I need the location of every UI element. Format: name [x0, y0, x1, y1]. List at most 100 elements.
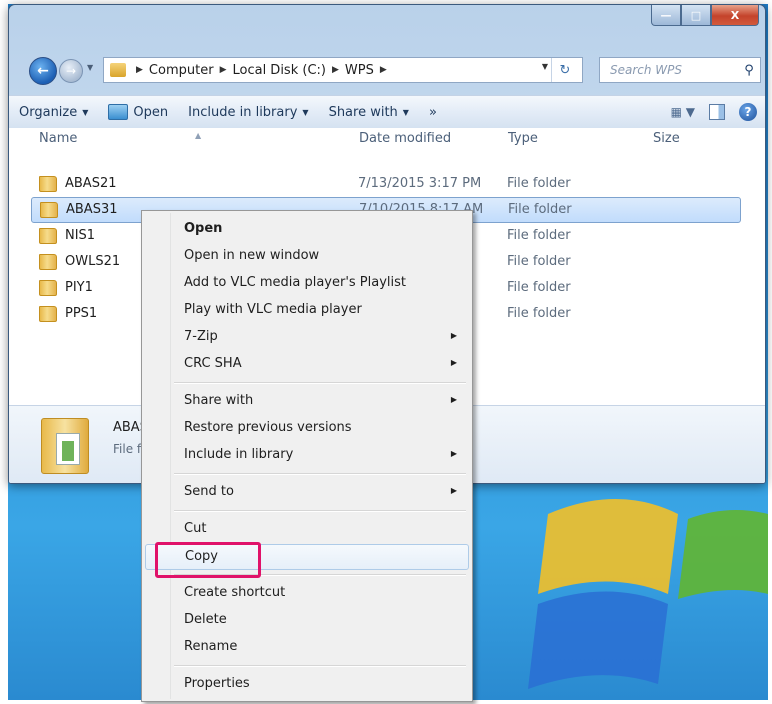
back-arrow-icon[interactable]: ←: [29, 57, 57, 85]
menu-separator: [174, 382, 466, 384]
menu-item-label: Create shortcut: [184, 585, 286, 600]
menu-item-include-in-library[interactable]: Include in library ▶: [145, 443, 467, 467]
file-type: File folder: [507, 254, 571, 269]
folder-icon: [39, 254, 57, 270]
breadcrumb-separator-icon[interactable]: ▶: [136, 65, 143, 75]
menu-item-rename[interactable]: Rename: [145, 635, 467, 659]
help-icon[interactable]: ?: [739, 103, 757, 121]
submenu-arrow-icon: ▶: [450, 331, 457, 340]
share-with-button[interactable]: Share with ▼: [319, 96, 419, 128]
file-type: File folder: [507, 306, 571, 321]
menu-item-label: Open in new window: [184, 248, 320, 263]
folder-icon: [110, 63, 126, 77]
breadcrumb-computer[interactable]: Computer: [149, 63, 214, 78]
open-folder-icon: [108, 104, 129, 120]
menu-item-label: Send to: [184, 484, 234, 499]
menu-item-label: Play with VLC media player: [184, 302, 362, 317]
close-button[interactable]: X: [711, 5, 759, 26]
column-headers: Name ▲ Date modified Type Size: [9, 128, 765, 150]
address-bar[interactable]: ▶ Computer ▶ Local Disk (C:) ▶ WPS ▶ ▼ ↻: [103, 57, 583, 83]
chevron-down-icon: ▼: [302, 107, 309, 117]
open-button[interactable]: Open: [98, 96, 178, 128]
menu-item-label: Delete: [184, 612, 227, 627]
submenu-arrow-icon: ▶: [450, 486, 457, 495]
breadcrumb-separator-icon[interactable]: ▶: [380, 65, 387, 75]
search-box[interactable]: Search WPS ⚲: [599, 57, 761, 83]
folder-icon: [39, 228, 57, 244]
more-commands-button[interactable]: »: [419, 96, 447, 128]
folder-icon: [39, 280, 57, 296]
menu-item-label: CRC SHA: [184, 356, 242, 371]
share-with-label: Share with: [328, 104, 398, 120]
submenu-arrow-icon: ▶: [450, 449, 457, 458]
menu-item-open[interactable]: Open: [145, 217, 467, 241]
forward-arrow-icon[interactable]: →: [59, 59, 83, 83]
include-in-library-button[interactable]: Include in library ▼: [178, 96, 318, 128]
preview-pane-icon[interactable]: [709, 104, 725, 120]
submenu-arrow-icon: ▶: [450, 358, 457, 367]
file-type: File folder: [508, 202, 572, 217]
file-type: File folder: [507, 280, 571, 295]
sort-indicator-icon: ▲: [195, 131, 202, 140]
caption-buttons: — □ X: [651, 5, 759, 27]
toolbar-right-controls: ▦ ▼ ?: [671, 96, 757, 128]
menu-item-create-shortcut[interactable]: Create shortcut: [145, 581, 467, 605]
menu-item-label: Properties: [184, 676, 250, 691]
breadcrumb-separator-icon[interactable]: ▶: [332, 65, 339, 75]
menu-item-label: Open: [184, 221, 223, 236]
maximize-button[interactable]: □: [681, 5, 711, 26]
file-name: ABAS31: [66, 202, 118, 217]
refresh-icon[interactable]: ↻: [551, 58, 578, 82]
organize-button[interactable]: Organize ▼: [9, 96, 98, 128]
chevron-down-icon: ▼: [82, 107, 89, 117]
menu-item-7-zip[interactable]: 7-Zip ▶: [145, 325, 467, 349]
menu-item-label: Cut: [184, 521, 207, 536]
submenu-arrow-icon: ▶: [450, 395, 457, 404]
menu-item-add-to-vlc-playlist[interactable]: Add to VLC media player's Playlist: [145, 271, 467, 295]
menu-separator: [174, 473, 466, 475]
menu-item-cut[interactable]: Cut: [145, 517, 467, 541]
breadcrumb-local-disk[interactable]: Local Disk (C:): [232, 63, 325, 78]
menu-item-play-with-vlc[interactable]: Play with VLC media player: [145, 298, 467, 322]
menu-separator: [174, 665, 466, 667]
address-dropdown-icon[interactable]: ▼: [542, 62, 548, 71]
menu-item-send-to[interactable]: Send to ▶: [145, 480, 467, 504]
menu-item-restore-previous-versions[interactable]: Restore previous versions: [145, 416, 467, 440]
file-name: PPS1: [65, 306, 98, 321]
context-menu: Open Open in new window Add to VLC media…: [141, 210, 473, 702]
menu-item-delete[interactable]: Delete: [145, 608, 467, 632]
minimize-button[interactable]: —: [651, 5, 681, 26]
more-commands-label: »: [428, 104, 437, 120]
menu-item-label: 7-Zip: [184, 329, 218, 344]
folder-icon: [39, 176, 57, 192]
breadcrumb-wps[interactable]: WPS: [345, 63, 374, 78]
column-type[interactable]: Type: [508, 131, 538, 146]
column-name[interactable]: Name: [39, 131, 77, 146]
large-folder-icon: [41, 418, 89, 474]
menu-item-label: Add to VLC media player's Playlist: [184, 275, 407, 290]
navigation-bar: ← → ▼ ▶ Computer ▶ Local Disk (C:) ▶ WPS…: [15, 57, 761, 85]
file-name: PIY1: [65, 280, 93, 295]
file-row[interactable]: ABAS21 7/13/2015 3:17 PM File folder: [31, 172, 739, 196]
column-size[interactable]: Size: [653, 131, 680, 146]
column-date-modified[interactable]: Date modified: [359, 131, 451, 146]
menu-item-share-with[interactable]: Share with ▶: [145, 389, 467, 413]
change-view-icon[interactable]: ▦ ▼: [671, 105, 695, 119]
open-label: Open: [133, 104, 169, 120]
recent-pages-dropdown-icon[interactable]: ▼: [87, 63, 99, 77]
menu-item-open-in-new-window[interactable]: Open in new window: [145, 244, 467, 268]
search-icon[interactable]: ⚲: [738, 63, 760, 78]
file-name: ABAS21: [65, 176, 117, 191]
menu-item-crc-sha[interactable]: CRC SHA ▶: [145, 352, 467, 376]
chevron-down-icon: ▼: [402, 107, 409, 117]
include-in-library-label: Include in library: [188, 104, 298, 120]
organize-label: Organize: [19, 104, 78, 120]
menu-item-label: Share with: [184, 393, 254, 408]
windows-logo: [528, 499, 768, 689]
breadcrumb-separator-icon[interactable]: ▶: [220, 65, 227, 75]
menu-item-properties[interactable]: Properties: [145, 672, 467, 696]
command-toolbar: Organize ▼ Open Include in library ▼ Sha…: [9, 95, 765, 129]
file-type: File folder: [507, 228, 571, 243]
search-input[interactable]: Search WPS: [610, 63, 738, 77]
file-type: File folder: [507, 176, 571, 191]
